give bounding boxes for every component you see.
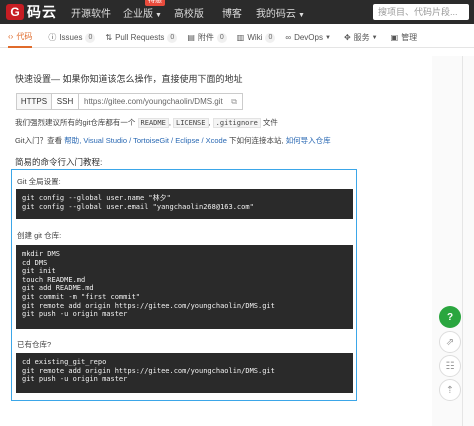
code-block-create: mkdir DMS cd DMS git init touch README.m… <box>16 245 353 329</box>
attachment-icon: ▤ <box>187 33 195 42</box>
divider <box>462 56 463 426</box>
count-badge: 0 <box>85 32 96 43</box>
help-button[interactable]: ? <box>439 306 461 328</box>
tab-wiki[interactable]: ▥ Wiki 0 <box>237 28 276 48</box>
tab-service[interactable]: ✥ 服务 ▼ <box>344 28 381 48</box>
section-label-existing: 已有仓库? <box>17 340 52 349</box>
repo-tabs: ‹› 代码 ⓘ Issues 0 ⇅ Pull Requests 0 ▤ 附件 0 ▥ Wiki… <box>0 28 474 48</box>
chevron-down-icon: ▼ <box>371 34 378 41</box>
logo[interactable]: G 码云 <box>6 0 57 24</box>
tab-label: 代码 <box>16 32 33 41</box>
git-help-mid: 下如何连接本站, <box>229 136 284 145</box>
tab-pull-requests[interactable]: ⇅ Pull Requests 0 <box>105 28 178 48</box>
license-code: LICENSE <box>172 118 209 128</box>
count-badge: 0 <box>216 32 227 43</box>
tab-code[interactable]: ‹› 代码 <box>8 28 33 48</box>
help-link[interactable]: 帮助 <box>64 136 79 145</box>
nav-item-university[interactable]: 高校版 <box>174 5 204 20</box>
chevron-down-icon: ▼ <box>155 11 162 19</box>
clone-url-row: HTTPS SSH https://gitee.com/youngchaolin… <box>16 93 243 110</box>
chevron-down-icon: ▼ <box>297 11 305 19</box>
tab-issues[interactable]: ⓘ Issues 0 <box>48 28 96 48</box>
git-help-text: Git入门？查看 帮助, Visual Studio / TortoiseGit… <box>15 135 331 146</box>
back-to-top-icon[interactable]: ⇡ <box>439 379 461 401</box>
clone-url-input[interactable]: https://gitee.com/youngchaolin/DMS.git ⧉ <box>79 93 243 110</box>
issue-icon: ⓘ <box>48 33 57 42</box>
quick-setup-title: 快速设置— 如果你知道该怎么操作，直接使用下面的地址 <box>15 74 243 84</box>
tutorial-title: 简易的命令行入门教程: <box>15 157 103 167</box>
clone-url-text: https://gitee.com/youngchaolin/DMS.git <box>84 97 223 106</box>
logo-text: 码云 <box>27 4 57 20</box>
git-help-pre: Git入门？查看 <box>15 136 63 145</box>
manage-icon: ▣ <box>390 33 399 42</box>
tools-link[interactable]: , Visual Studio / TortoiseGit / Eclipse … <box>79 136 227 145</box>
pr-icon: ⇅ <box>105 33 113 42</box>
tab-attachments[interactable]: ▤ 附件 0 <box>187 28 227 48</box>
wiki-icon: ▥ <box>236 33 245 42</box>
tab-manage[interactable]: ▣ 管理 <box>391 28 418 48</box>
gitignore-code: .gitignore <box>212 118 261 128</box>
search-input[interactable]: 搜项目、代码片段... <box>373 4 469 20</box>
code-icon: ‹› <box>8 32 14 41</box>
tab-label: DevOps <box>294 33 323 42</box>
devops-icon: ∞ <box>285 33 292 42</box>
tab-label: Wiki <box>247 33 263 42</box>
code-block-global: git config --global user.name "林夕" git c… <box>16 189 353 219</box>
section-label-create: 创建 git 仓库: <box>17 231 62 240</box>
nav-item-opensource[interactable]: 开源软件 <box>71 5 111 20</box>
tab-label: 管理 <box>401 33 418 42</box>
tab-label: 附件 <box>197 33 214 42</box>
section-label-global: Git 全局设置: <box>17 177 61 186</box>
https-button[interactable]: HTTPS <box>16 93 52 110</box>
top-nav: G 码云 开源软件 企业版 ▼ 特惠 高校版 博客 我的码云 ▼ 搜项目、代码片段..… <box>0 0 474 24</box>
code-block-existing: cd existing_git_repo git remote add orig… <box>16 353 353 393</box>
import-repo-link[interactable]: 如何导入仓库 <box>286 136 331 145</box>
count-badge: 0 <box>265 32 276 43</box>
hot-badge: 特惠 <box>145 0 165 6</box>
chat-icon[interactable]: ☷ <box>439 355 461 377</box>
ssh-button[interactable]: SSH <box>52 93 79 110</box>
copy-icon[interactable]: ⧉ <box>231 97 237 107</box>
nav-item-my-gitee-label: 我的码云 <box>255 8 296 20</box>
chevron-down-icon: ▼ <box>324 34 331 41</box>
readme-code: README <box>137 118 169 128</box>
gitee-logo-icon: G <box>6 4 24 20</box>
nav-item-enterprise[interactable]: 企业版 ▼ 特惠 <box>123 0 165 20</box>
nav-item-my-gitee[interactable]: 我的码云 ▼ <box>256 5 305 20</box>
nav-item-enterprise-label: 企业版 <box>123 8 153 20</box>
recommend-text: 我们强烈建议所有的git仓库都有一个 README, LICENSE, .git… <box>15 118 278 128</box>
share-icon[interactable]: ⇗ <box>439 331 461 353</box>
tab-label: 服务 <box>353 33 370 42</box>
recommend-post: 文件 <box>262 118 278 127</box>
service-icon: ✥ <box>343 33 351 42</box>
nav-item-blog[interactable]: 博客 <box>222 5 242 20</box>
count-badge: 0 <box>167 32 178 43</box>
tab-devops[interactable]: ∞ DevOps ▼ <box>285 28 334 48</box>
recommend-pre: 我们强烈建议所有的git仓库都有一个 <box>15 118 136 127</box>
tab-label: Issues <box>59 33 83 42</box>
tab-label: Pull Requests <box>115 33 165 42</box>
